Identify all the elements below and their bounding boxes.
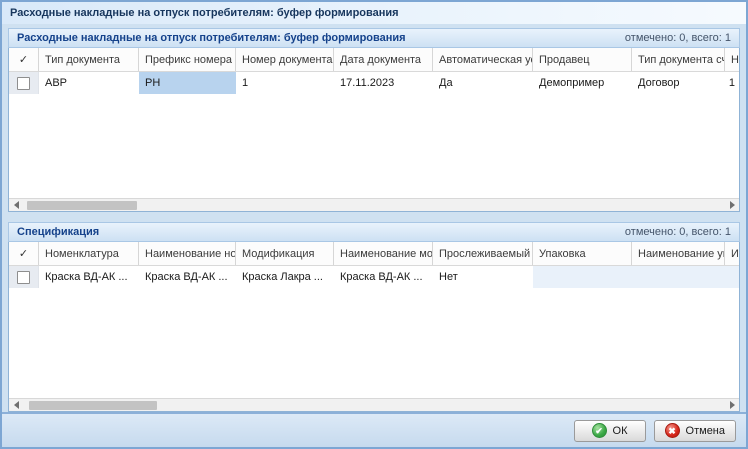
row-check-cell <box>9 72 39 94</box>
cell-seller[interactable]: Демопример <box>533 72 632 94</box>
column-header-doc-date[interactable]: Дата документа <box>334 48 433 71</box>
ok-button[interactable]: ✔ ОК <box>574 420 646 442</box>
column-header-modification-name[interactable]: Наименование мод <box>334 242 433 265</box>
dialog-window: Расходные накладные на отпуск потребител… <box>0 0 748 449</box>
cell-number-prefix-selected[interactable]: РН <box>139 72 236 94</box>
column-header-invoice-doc-type[interactable]: Тип документа счё <box>632 48 725 71</box>
cell-i[interactable] <box>725 266 739 288</box>
column-header-traceable[interactable]: Прослеживаемый т <box>433 242 533 265</box>
cancel-button-label: Отмена <box>686 425 725 437</box>
specification-table-header-row: ✓ Номенклатура Наименование ном Модифика… <box>9 242 739 266</box>
invoices-panel: Расходные накладные на отпуск потребител… <box>8 28 740 212</box>
column-header-doc-number[interactable]: Номер документа. <box>236 48 334 71</box>
column-header-i[interactable]: И <box>725 242 739 265</box>
specification-panel-title: Спецификация <box>17 226 99 238</box>
specification-table-empty-area[interactable] <box>9 288 739 398</box>
cell-invoice-doc-type[interactable]: Договор <box>632 72 725 94</box>
row-check-cell <box>9 266 39 288</box>
column-header-seller[interactable]: Продавец <box>533 48 632 71</box>
scroll-thumb[interactable] <box>29 401 157 410</box>
cell-doc-number[interactable]: 1 <box>236 72 334 94</box>
cell-n[interactable]: 1 <box>725 72 739 94</box>
panel-gap <box>8 212 740 222</box>
column-header-packaging[interactable]: Упаковка <box>533 242 632 265</box>
invoices-panel-counter: отмечено: 0, всего: 1 <box>625 32 731 44</box>
dialog-content: Расходные накладные на отпуск потребител… <box>2 24 746 412</box>
cell-modification-name[interactable]: Краска ВД-АК ... <box>334 266 433 288</box>
invoices-table-row[interactable]: АВР РН 1 17.11.2023 Да Демопример Догово… <box>9 72 739 94</box>
cell-traceable[interactable]: Нет <box>433 266 533 288</box>
title-bar[interactable]: Расходные накладные на отпуск потребител… <box>2 2 746 24</box>
column-header-nomenclature[interactable]: Номенклатура <box>39 242 139 265</box>
specification-table: ✓ Номенклатура Наименование ном Модифика… <box>8 242 740 412</box>
row-checkbox[interactable] <box>17 77 30 90</box>
column-header-automatic[interactable]: Автоматическая ус <box>433 48 533 71</box>
check-column-header[interactable]: ✓ <box>9 48 39 71</box>
cell-modification[interactable]: Краска Лакра ... <box>236 266 334 288</box>
specification-panel-counter: отмечено: 0, всего: 1 <box>625 226 731 238</box>
cell-doc-type[interactable]: АВР <box>39 72 139 94</box>
scroll-thumb[interactable] <box>27 201 137 210</box>
cell-doc-date[interactable]: 17.11.2023 <box>334 72 433 94</box>
ok-button-label: ОК <box>613 425 628 437</box>
invoices-table-empty-area[interactable] <box>9 94 739 198</box>
column-header-n[interactable]: Н <box>725 48 739 71</box>
column-header-number-prefix[interactable]: Префикс номера д <box>139 48 236 71</box>
scroll-right-arrow-icon[interactable] <box>725 399 739 412</box>
window-title: Расходные накладные на отпуск потребител… <box>10 7 399 19</box>
footer-bar: ✔ ОК ✖ Отмена <box>2 412 746 447</box>
specification-h-scrollbar[interactable] <box>9 398 739 411</box>
cell-nomenclature-name[interactable]: Краска ВД-АК ... <box>139 266 236 288</box>
cell-packaging[interactable] <box>533 266 632 288</box>
column-header-packaging-name[interactable]: Наименование упа <box>632 242 725 265</box>
cell-automatic[interactable]: Да <box>433 72 533 94</box>
column-header-modification[interactable]: Модификация <box>236 242 334 265</box>
invoices-panel-title: Расходные накладные на отпуск потребител… <box>17 32 406 44</box>
invoices-panel-header: Расходные накладные на отпуск потребител… <box>8 28 740 48</box>
scroll-right-arrow-icon[interactable] <box>725 199 739 212</box>
scroll-left-arrow-icon[interactable] <box>9 199 23 212</box>
row-checkbox[interactable] <box>17 271 30 284</box>
cell-packaging-name[interactable] <box>632 266 725 288</box>
specification-panel: Спецификация отмечено: 0, всего: 1 ✓ Ном… <box>8 222 740 412</box>
cell-nomenclature[interactable]: Краска ВД-АК ... <box>39 266 139 288</box>
specification-table-row[interactable]: Краска ВД-АК ... Краска ВД-АК ... Краска… <box>9 266 739 288</box>
cancel-button[interactable]: ✖ Отмена <box>654 420 736 442</box>
scroll-left-arrow-icon[interactable] <box>9 399 23 412</box>
invoices-table: ✓ Тип документа Префикс номера д Номер д… <box>8 48 740 212</box>
check-column-header[interactable]: ✓ <box>9 242 39 265</box>
specification-panel-header: Спецификация отмечено: 0, всего: 1 <box>8 222 740 242</box>
column-header-doc-type[interactable]: Тип документа <box>39 48 139 71</box>
invoices-h-scrollbar[interactable] <box>9 198 739 211</box>
cancel-x-icon: ✖ <box>665 423 680 438</box>
column-header-nomenclature-name[interactable]: Наименование ном <box>139 242 236 265</box>
ok-check-icon: ✔ <box>592 423 607 438</box>
invoices-table-header-row: ✓ Тип документа Префикс номера д Номер д… <box>9 48 739 72</box>
